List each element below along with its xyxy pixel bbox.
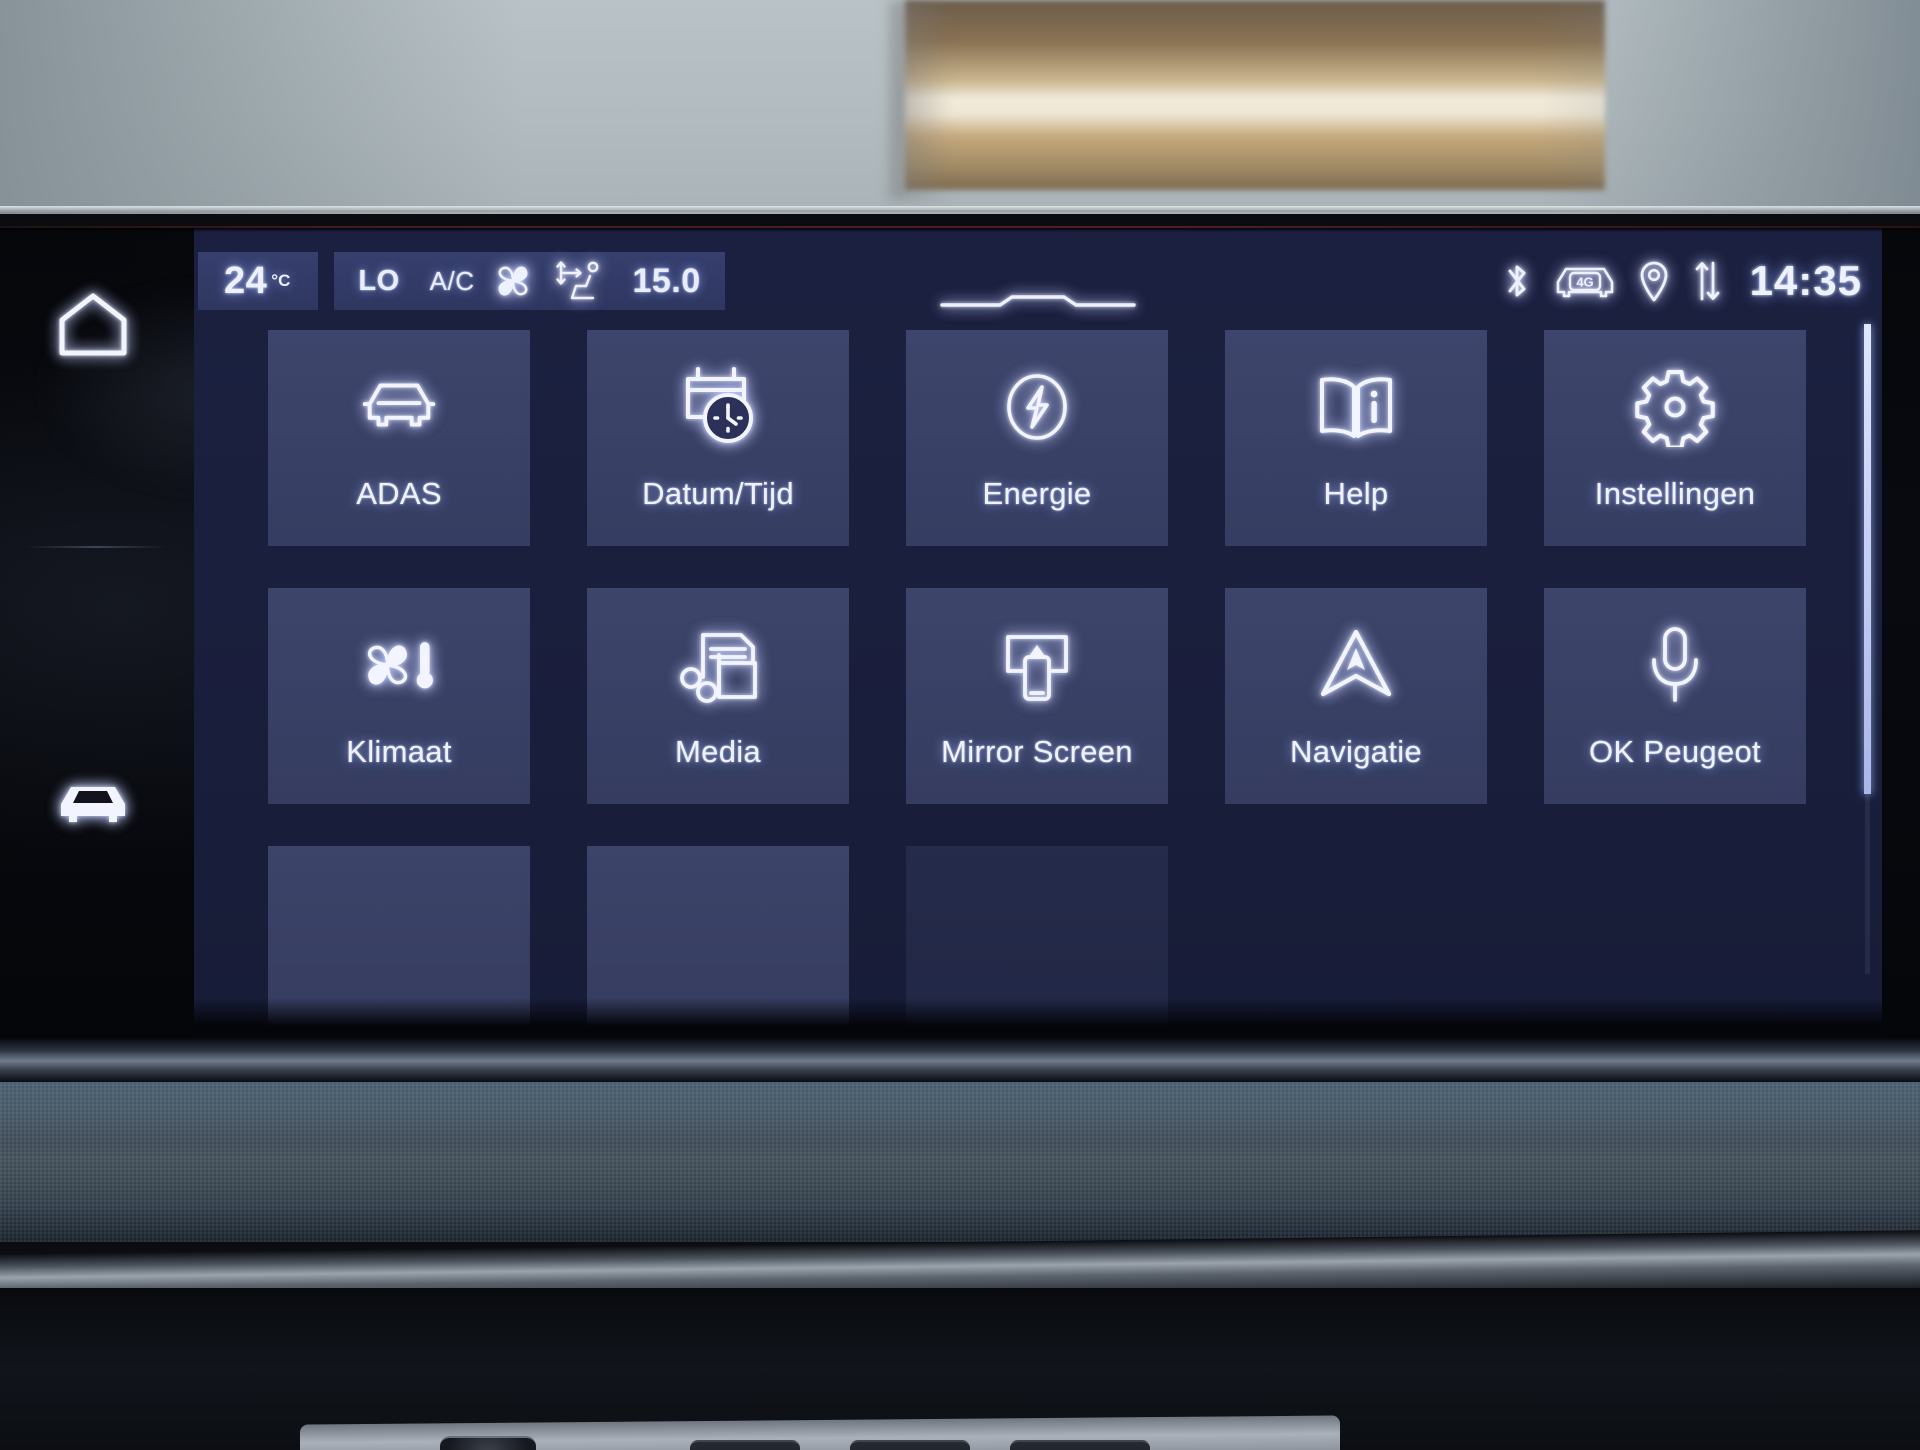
background-blurred-pillar [890,0,950,200]
tile-adas[interactable]: ADAS [268,330,530,546]
tile-media[interactable]: Media [587,588,849,804]
tile-label: ADAS [356,476,442,511]
mobile-network-4g-icon: 4G [1556,267,1613,298]
tile-instellingen[interactable]: Instellingen [1544,330,1806,546]
scrollbar-thumb[interactable] [1864,324,1871,794]
car-front-icon [356,364,442,450]
car-icon [61,787,125,822]
tile-mirror-screen[interactable]: Mirror Screen [906,588,1168,804]
screen-top-shadow [0,228,1920,232]
data-transfer-arrows-icon [1695,261,1719,301]
tile-label: Navigatie [1290,734,1422,769]
screen-mirror-icon [994,622,1080,708]
infotainment-screen: 24 °C LO A/C 15.0 4G 14:35 ADAS Datum/Ti… [0,228,1920,1038]
tile-label: Media [675,734,761,769]
bluetooth-icon [1508,265,1526,297]
tile-label: Instellingen [1594,476,1756,511]
tile-datum-tijd[interactable]: Datum/Tijd [587,330,849,546]
tile-klimaat[interactable]: Klimaat [268,588,530,804]
dashboard-area [0,1038,1920,1450]
console-knob-left[interactable] [440,1436,536,1450]
driver-temperature-value: 24 [224,260,268,302]
clock: 14:35 [1749,257,1862,304]
left-rail [0,228,194,1038]
status-bar: 24 °C LO A/C 15.0 4G 14:35 [194,252,1882,310]
passenger-temperature-value: 15.0 [632,261,701,300]
screenshot-root: 24 °C LO A/C 15.0 4G 14:35 ADAS Datum/Ti… [0,0,1920,1450]
system-status-icons: 4G 14:35 [1502,252,1862,310]
background-environment [0,0,1920,214]
vehicle-button[interactable] [38,758,148,854]
tile-label: Klimaat [346,734,452,769]
fan-icon[interactable] [490,258,536,304]
rail-divider [26,546,166,548]
climate-controls-group[interactable]: LO A/C 15.0 [334,252,725,310]
console-button-2[interactable] [850,1440,970,1450]
screen-bottom-fade [194,998,1882,1038]
fan-thermometer-icon [356,622,442,708]
console-button-3[interactable] [1010,1440,1150,1450]
tile-label: OK Peugeot [1589,734,1761,769]
tile-label: Datum/Tijd [642,476,794,511]
console-button-1[interactable] [690,1440,800,1450]
tile-ok-peugeot[interactable]: OK Peugeot [1544,588,1806,804]
navigation-arrow-icon [1313,622,1399,708]
airflow-seat-icon[interactable] [552,257,606,305]
tile-energie[interactable]: Energie [906,330,1168,546]
background-blurred-panel [905,0,1605,190]
background-vignette-right [1540,0,1920,214]
driver-temperature-unit: °C [271,271,291,290]
fan-level-label: LO [358,264,400,297]
dash-fabric-sheen [0,1082,1920,1142]
calendar-clock-icon [675,364,761,450]
climate-bar-gap [318,252,334,310]
tile-label: Help [1323,476,1389,511]
tile-label: Mirror Screen [941,734,1133,769]
music-folder-icon [675,622,761,708]
app-grid: ADAS Datum/Tijd Energie Help Instellinge… [268,330,1808,1038]
home-button[interactable] [38,276,148,372]
gear-icon [1632,364,1718,450]
main-panel: 24 °C LO A/C 15.0 4G 14:35 ADAS Datum/Ti… [194,228,1882,1038]
home-icon [59,293,127,356]
tile-help[interactable]: Help [1225,330,1487,546]
ac-label: A/C [429,265,475,296]
tile-navigatie[interactable]: Navigatie [1225,588,1487,804]
tile-label: Energie [982,476,1092,511]
location-pin-icon [1640,261,1667,302]
screen-bezel-highlight [0,206,1920,212]
climate-bar[interactable]: 24 °C LO A/C 15.0 [198,252,725,310]
open-book-info-icon [1313,364,1399,450]
svg-text:4G: 4G [1576,275,1593,290]
background-vignette-left [0,0,520,214]
driver-temperature-control[interactable]: 24 °C [198,252,319,310]
drag-handle-icon[interactable] [938,294,1138,307]
microphone-icon [1632,622,1718,708]
dash-chrome-strip [0,1038,1920,1082]
energy-bolt-icon [994,364,1080,450]
